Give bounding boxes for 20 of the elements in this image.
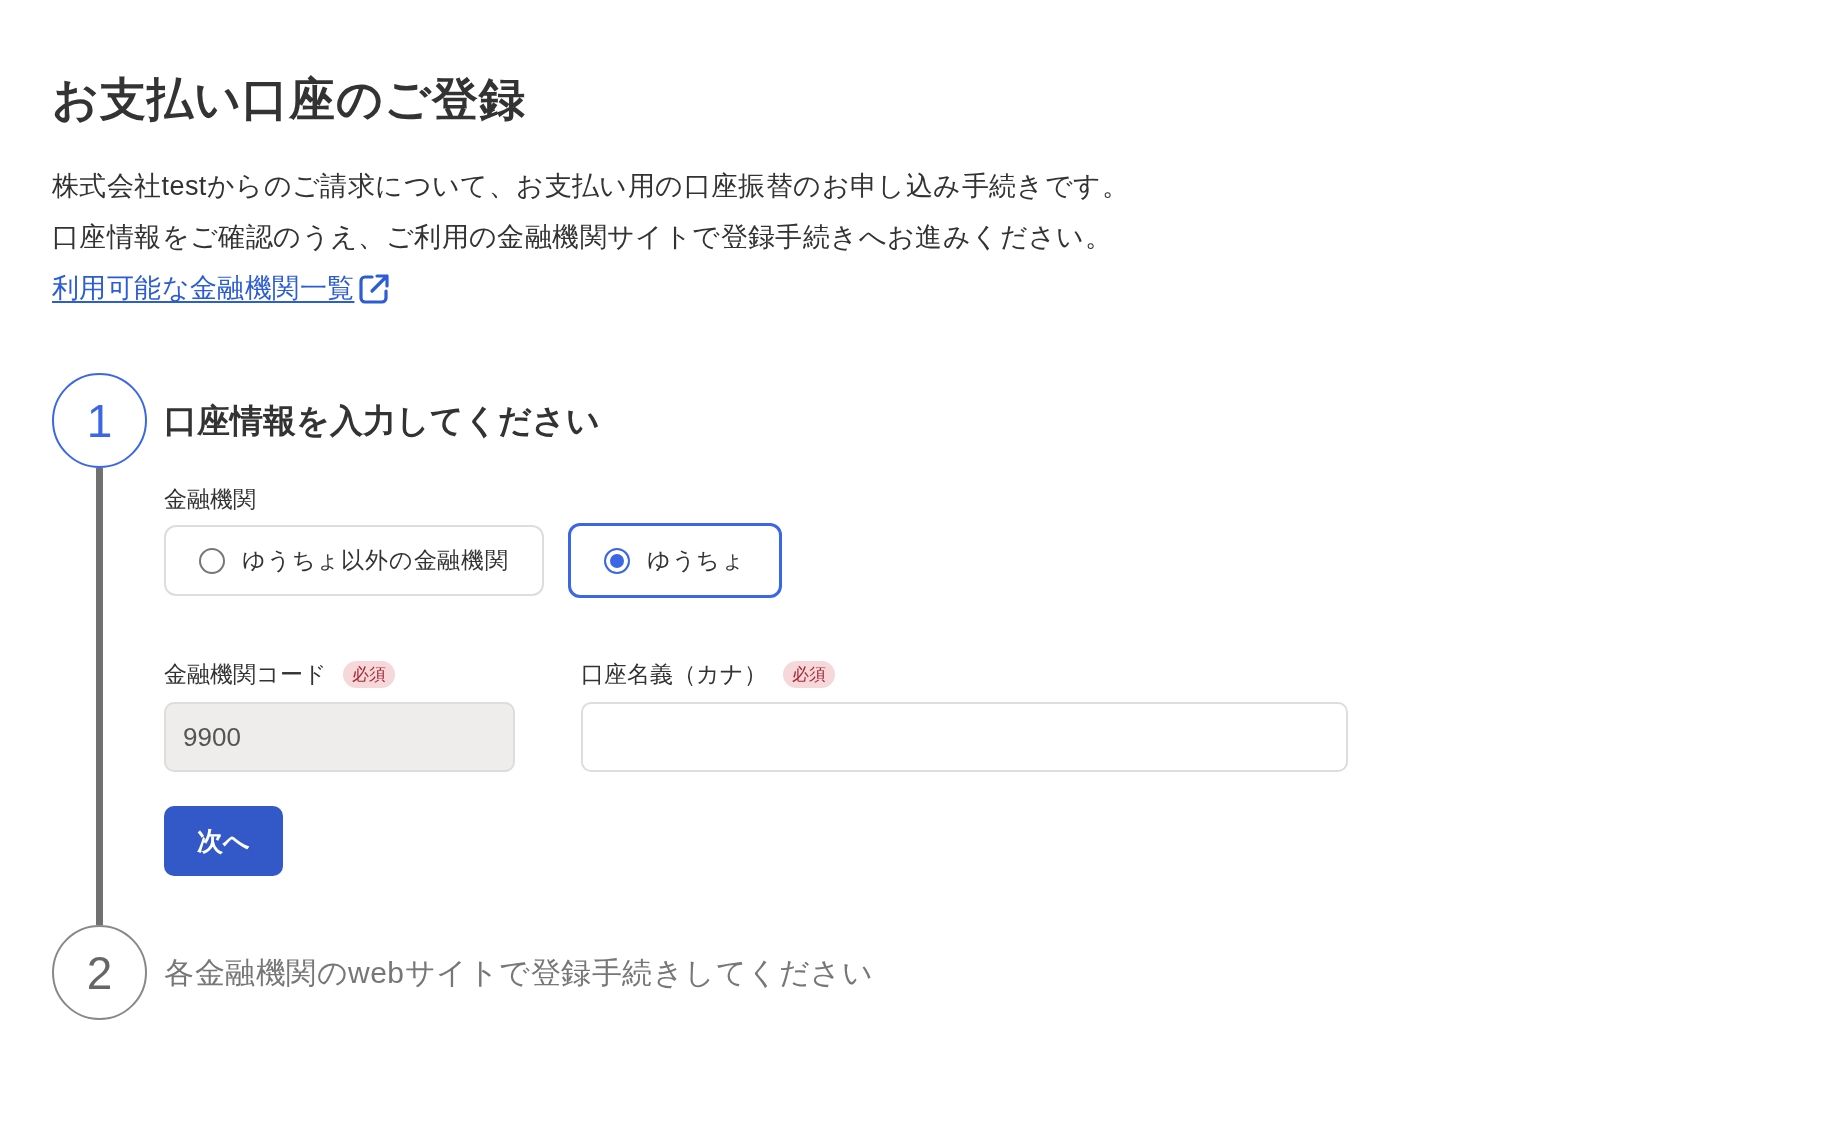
- description-text: 株式会社testからのご請求について、お支払い用の口座振替のお申し込み手続きです。: [52, 170, 1130, 203]
- radio-option[interactable]: ゆうちょ以外の金融機関: [164, 525, 544, 596]
- required-badge: 必須: [783, 660, 835, 688]
- radio-button[interactable]: [199, 547, 225, 574]
- description-text: 口座情報をご確認のうえ、ご利用の金融機関サイトで登録手続きへお進みください。: [52, 221, 1114, 254]
- step-number: 1: [52, 373, 147, 468]
- radio-option[interactable]: ゆうちょ: [567, 523, 782, 598]
- field-label: 口座名義（カナ）: [581, 660, 767, 689]
- step-number: 2: [52, 925, 147, 1020]
- external-link-icon: [358, 272, 391, 305]
- bank-list-link[interactable]: 利用可能な金融機関一覧: [52, 263, 391, 314]
- input-field[interactable]: [581, 702, 1348, 772]
- radio-button[interactable]: [603, 547, 630, 574]
- step-title: 口座情報を入力してください: [164, 400, 600, 441]
- field-label: 金融機関: [164, 485, 256, 514]
- step-title: 各金融機関のwebサイトで登録手続きしてください: [164, 955, 874, 991]
- field-label: 金融機関コード: [164, 660, 327, 689]
- page-title: お支払い口座のご登録: [52, 72, 527, 127]
- next-button[interactable]: 次へ: [164, 806, 283, 876]
- required-badge: 必須: [343, 660, 395, 688]
